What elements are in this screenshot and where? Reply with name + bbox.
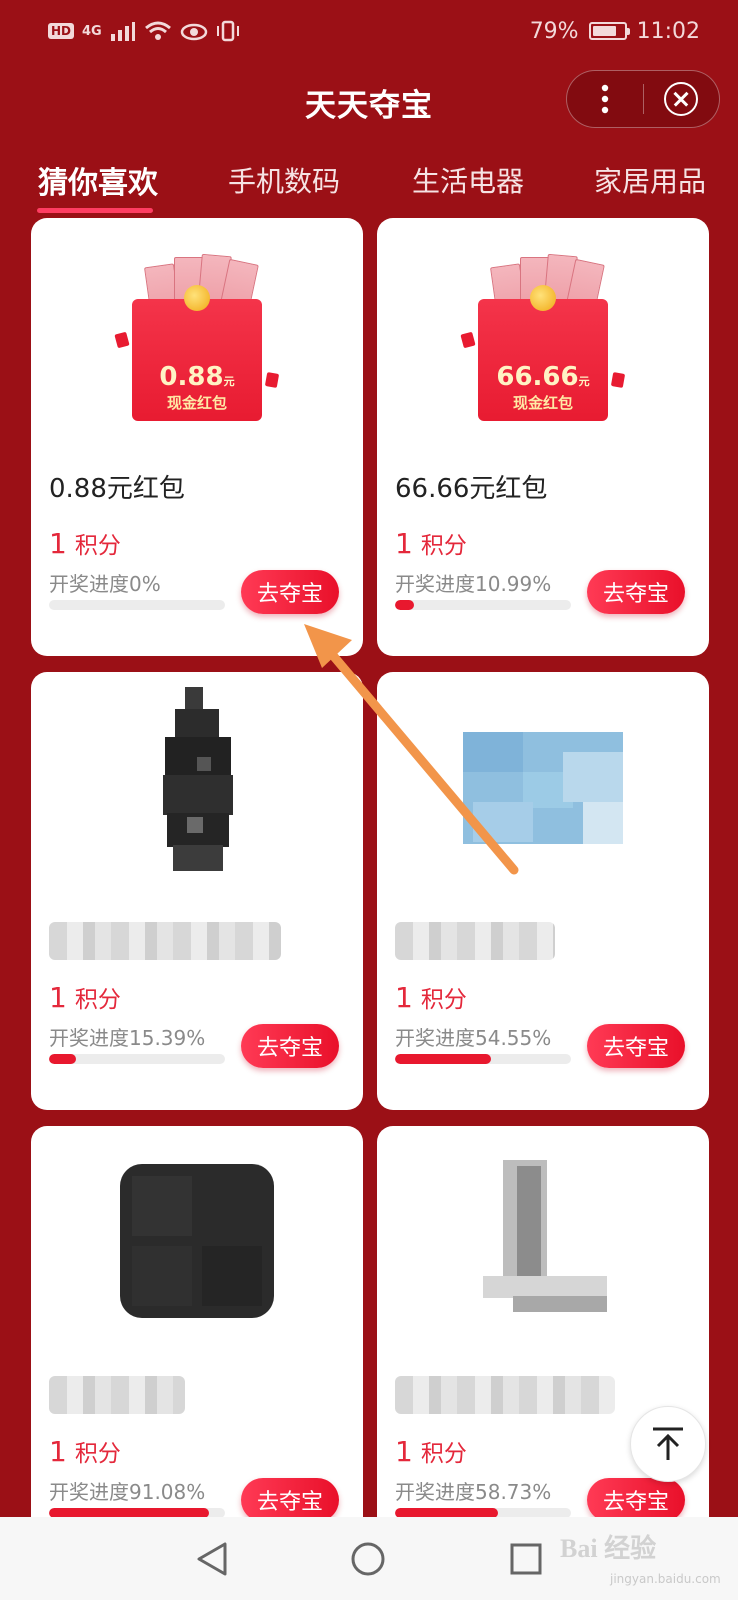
status-left: HD 4G xyxy=(48,20,240,42)
product-card[interactable]: 66.66元 现金红包 66.66元红包 1 积分 开奖进度10.99% 去夺宝 xyxy=(377,218,709,656)
tab-guess-you-like[interactable]: 猜你喜欢 xyxy=(38,158,158,202)
points-unit: 积分 xyxy=(74,1441,121,1467)
grab-treasure-button[interactable]: 去夺宝 xyxy=(241,1024,339,1068)
triangle-back-icon xyxy=(197,1542,227,1576)
more-vertical-icon xyxy=(601,84,608,114)
close-button[interactable] xyxy=(644,71,720,127)
product-title xyxy=(395,1376,615,1414)
product-card[interactable]: 1 积分 开奖进度54.55% 去夺宝 xyxy=(377,672,709,1110)
battery-percent: 79% xyxy=(529,18,579,44)
blurred-product-image xyxy=(163,687,233,871)
blurred-product-image xyxy=(120,1164,274,1318)
product-grid: 0.88元 现金红包 0.88元红包 1 积分 开奖进度0% 去夺宝 66.66… xyxy=(0,218,738,1564)
tab-phones-digital[interactable]: 手机数码 xyxy=(228,160,340,200)
product-card[interactable]: 0.88元 现金红包 0.88元红包 1 积分 开奖进度0% 去夺宝 xyxy=(31,218,363,656)
product-image: 66.66元 现金红包 xyxy=(377,218,709,448)
status-bar: HD 4G 79% 11:02 xyxy=(0,0,738,62)
back-to-top-button[interactable] xyxy=(630,1406,706,1482)
red-envelope-image: 66.66元 现金红包 xyxy=(460,253,626,423)
tab-home-appliances[interactable]: 生活电器 xyxy=(412,160,524,200)
product-card[interactable]: 1 积分 开奖进度91.08% 去夺宝 xyxy=(31,1126,363,1564)
points-number: 1 xyxy=(49,527,67,560)
envelope-unit: 元 xyxy=(223,375,235,388)
signal-icon xyxy=(110,22,135,41)
grab-treasure-button[interactable]: 去夺宝 xyxy=(587,1478,685,1522)
product-card[interactable]: 1 积分 开奖进度58.73% 去夺宝 xyxy=(377,1126,709,1564)
draw-progress-label: 开奖进度58.73% xyxy=(395,1480,552,1504)
draw-progress-bar xyxy=(49,1054,225,1064)
network-type: 4G xyxy=(82,23,102,39)
nav-home-button[interactable] xyxy=(348,1539,388,1579)
points-cost: 1 积分 xyxy=(49,526,121,560)
draw-progress-bar xyxy=(395,1054,571,1064)
envelope-amount: 66.66 xyxy=(496,362,579,392)
eye-comfort-icon xyxy=(180,23,207,41)
points-unit: 积分 xyxy=(420,533,467,559)
envelope-caption: 现金红包 xyxy=(166,394,227,412)
draw-progress-bar xyxy=(49,600,225,610)
grab-treasure-button[interactable]: 去夺宝 xyxy=(587,570,685,614)
circle-home-icon xyxy=(351,1542,385,1576)
mini-program-capsule xyxy=(566,70,720,128)
points-number: 1 xyxy=(395,1435,413,1468)
points-cost: 1 积分 xyxy=(395,1434,467,1468)
draw-progress-label: 开奖进度54.55% xyxy=(395,1026,552,1050)
points-unit: 积分 xyxy=(74,533,121,559)
draw-progress-bar xyxy=(395,600,571,610)
category-tabs: 猜你喜欢 手机数码 生活电器 家居用品 xyxy=(0,148,738,218)
battery-icon xyxy=(588,22,630,40)
product-title: 66.66元红包 xyxy=(395,474,548,504)
points-unit: 积分 xyxy=(420,987,467,1013)
blurred-product-image xyxy=(483,1160,607,1312)
envelope-unit: 元 xyxy=(578,375,590,388)
square-recents-icon xyxy=(510,1543,542,1575)
active-tab-indicator xyxy=(37,208,153,213)
envelope-caption: 现金红包 xyxy=(512,394,573,412)
points-number: 1 xyxy=(395,981,413,1014)
nav-recents-button[interactable] xyxy=(506,1539,546,1579)
status-right: 79% 11:02 xyxy=(530,19,700,44)
red-envelope-image: 0.88元 现金红包 xyxy=(114,253,280,423)
clock: 11:02 xyxy=(636,18,700,44)
points-number: 1 xyxy=(49,1435,67,1468)
points-number: 1 xyxy=(395,527,413,560)
title-bar: 天天夺宝 xyxy=(0,62,738,142)
draw-progress-label: 开奖进度10.99% xyxy=(395,572,552,596)
more-button[interactable] xyxy=(567,71,643,127)
nav-back-button[interactable] xyxy=(192,1539,232,1579)
points-unit: 积分 xyxy=(420,1441,467,1467)
points-cost: 1 积分 xyxy=(49,980,121,1014)
hd-icon: HD xyxy=(48,23,75,39)
envelope-amount: 0.88 xyxy=(159,362,224,392)
points-cost: 1 积分 xyxy=(49,1434,121,1468)
grab-treasure-button[interactable]: 去夺宝 xyxy=(241,1478,339,1522)
baidu-watermark: Bai 经验 xyxy=(560,1534,657,1563)
product-card[interactable]: 1 积分 开奖进度15.39% 去夺宝 xyxy=(31,672,363,1110)
points-cost: 1 积分 xyxy=(395,980,467,1014)
product-title xyxy=(49,922,281,960)
tab-household-goods[interactable]: 家居用品 xyxy=(594,160,706,200)
points-cost: 1 积分 xyxy=(395,526,467,560)
product-title xyxy=(395,922,555,960)
vibrate-icon xyxy=(216,20,239,42)
draw-progress-label: 开奖进度0% xyxy=(49,572,161,596)
grab-treasure-button[interactable]: 去夺宝 xyxy=(241,570,339,614)
baidu-watermark-url: jingyan.baidu.com xyxy=(610,1572,721,1586)
product-title: 0.88元红包 xyxy=(49,474,185,504)
draw-progress-label: 开奖进度91.08% xyxy=(49,1480,206,1504)
product-title xyxy=(49,1376,185,1414)
blurred-product-image xyxy=(463,732,623,844)
points-number: 1 xyxy=(49,981,67,1014)
close-circle-icon xyxy=(664,82,699,116)
product-image xyxy=(377,1126,709,1356)
points-unit: 积分 xyxy=(74,987,121,1013)
product-image xyxy=(377,672,709,902)
product-image xyxy=(31,1126,363,1356)
draw-progress-label: 开奖进度15.39% xyxy=(49,1026,206,1050)
grab-treasure-button[interactable]: 去夺宝 xyxy=(587,1024,685,1068)
product-image: 0.88元 现金红包 xyxy=(31,218,363,448)
product-image xyxy=(31,672,363,902)
arrow-up-to-top-icon xyxy=(653,1427,683,1460)
wifi-icon xyxy=(144,21,171,40)
